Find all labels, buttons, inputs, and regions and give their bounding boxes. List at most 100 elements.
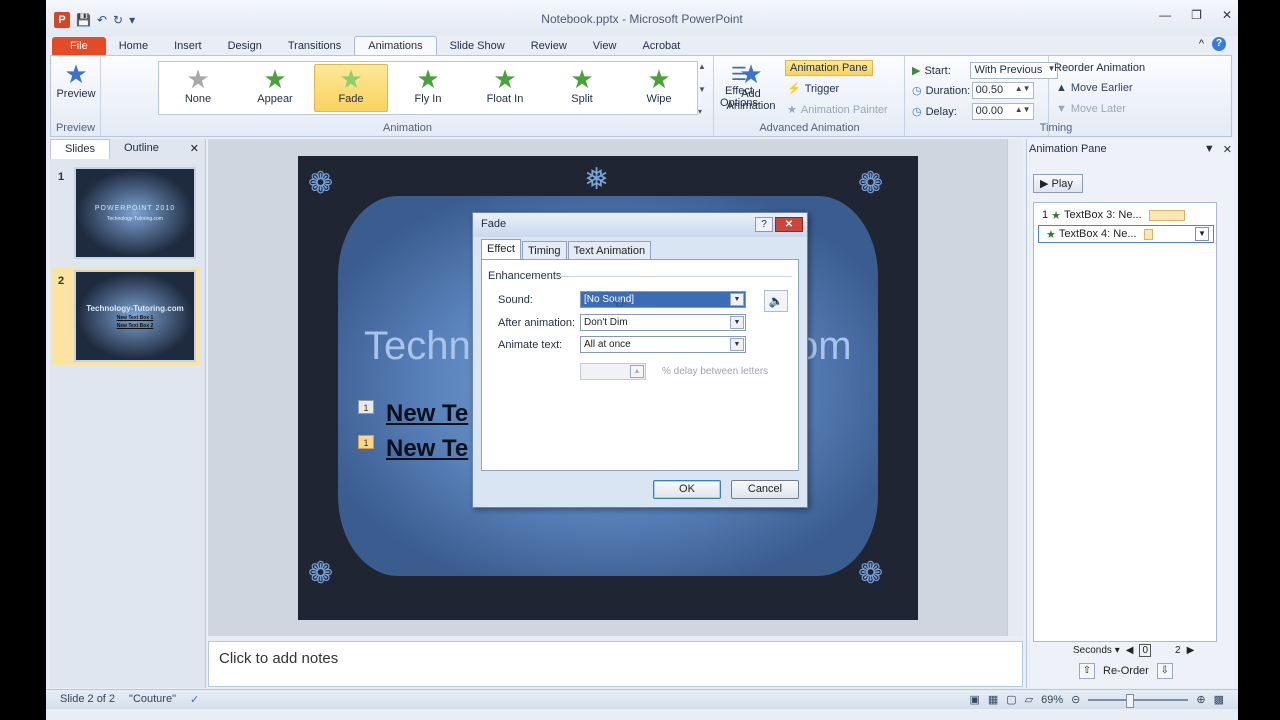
anim-appear[interactable]: ★ Appear bbox=[238, 64, 312, 112]
start-icon: ▶ bbox=[912, 65, 921, 77]
advanced-animation-group: ★ Add Animation Animation Pane ⚡ Trigger… bbox=[715, 56, 905, 136]
delay-spinner-icon[interactable]: ▲▼ bbox=[1015, 105, 1031, 114]
tab-slide-show[interactable]: Slide Show bbox=[437, 37, 518, 55]
dialog-tab-effect[interactable]: Effect bbox=[481, 239, 521, 260]
theme-name[interactable]: "Couture" bbox=[129, 693, 176, 706]
minimize-ribbon-icon[interactable]: ^ bbox=[1199, 38, 1204, 50]
zoom-in-icon[interactable]: ⊕ bbox=[1196, 693, 1205, 706]
animate-text-select[interactable]: All at once ▼ bbox=[580, 336, 746, 353]
duration-input[interactable]: 00.50 ▲▼ bbox=[971, 82, 1034, 99]
pane-menu-icon[interactable]: ▼ bbox=[1204, 143, 1215, 157]
after-animation-dropdown-icon[interactable]: ▼ bbox=[730, 316, 744, 329]
sound-value: [No Sound] bbox=[584, 294, 635, 305]
after-animation-select[interactable]: Don't Dim ▼ bbox=[580, 314, 746, 331]
spelling-check-icon[interactable]: ✓ bbox=[190, 693, 199, 706]
animation-item-1[interactable]: 1 ★ TextBox 3: Ne... bbox=[1038, 206, 1214, 224]
anim-fade[interactable]: ★ Fade bbox=[314, 64, 388, 112]
move-later-button[interactable]: ▼ Move Later bbox=[1056, 103, 1126, 115]
gallery-up-icon[interactable]: ▲ bbox=[698, 62, 711, 71]
tab-review[interactable]: Review bbox=[518, 37, 580, 55]
maximize-icon[interactable]: ❐ bbox=[1191, 8, 1202, 22]
timing-group: ▶ Start: With Previous ▼ ◷ Duration: 00.5… bbox=[906, 56, 1072, 136]
trigger-button[interactable]: ⚡ Trigger bbox=[787, 82, 839, 96]
animation-list: 1 ★ TextBox 3: Ne... ★ TextBox 4: Ne... … bbox=[1033, 202, 1217, 642]
anim-fly-in-label: Fly In bbox=[414, 93, 442, 105]
animation-pane-button[interactable]: Animation Pane bbox=[785, 60, 873, 76]
advanced-group-label: Advanced Animation bbox=[759, 122, 860, 134]
vertical-scrollbar[interactable] bbox=[1007, 139, 1023, 636]
sound-dropdown-icon[interactable]: ▼ bbox=[730, 293, 744, 306]
normal-view-icon[interactable]: ▣ bbox=[969, 693, 979, 706]
zoom-level[interactable]: 69% bbox=[1041, 694, 1063, 706]
gallery-scroll[interactable]: ▲ ▼ ▾ bbox=[698, 62, 711, 116]
close-panel-icon[interactable]: ✕ bbox=[184, 139, 205, 159]
move-earlier-label: Move Earlier bbox=[1070, 82, 1133, 94]
tab-insert[interactable]: Insert bbox=[161, 37, 215, 55]
dialog-close-icon[interactable]: ✕ bbox=[775, 217, 803, 232]
reorder-up-icon[interactable]: ⇧ bbox=[1079, 663, 1095, 679]
tab-file[interactable]: File bbox=[52, 37, 106, 55]
delay-value: 00.00 bbox=[975, 105, 1004, 117]
dialog-tab-timing[interactable]: Timing bbox=[521, 241, 567, 260]
anim-tag-2[interactable]: 1 bbox=[358, 435, 374, 449]
anim-float-in[interactable]: ★ Float In bbox=[468, 64, 542, 112]
dialog-tab-text-animation[interactable]: Text Animation bbox=[567, 241, 652, 260]
move-earlier-button[interactable]: ▲ Move Earlier bbox=[1056, 82, 1133, 94]
duration-spinner-icon[interactable]: ▲▼ bbox=[1015, 84, 1031, 93]
tab-transitions[interactable]: Transitions bbox=[275, 37, 354, 55]
close-icon[interactable]: ✕ bbox=[1222, 8, 1232, 22]
timeline-left-icon[interactable]: ◀ bbox=[1126, 645, 1134, 656]
timeline-right-icon[interactable]: ▶ bbox=[1187, 645, 1195, 656]
tab-animations[interactable]: Animations bbox=[354, 36, 437, 55]
slide-thumbnail-1[interactable]: POWERPOINT 2010 Technology-Tutoring.com bbox=[74, 167, 196, 259]
split-star-icon: ★ bbox=[570, 64, 594, 94]
slide-thumbnail-2[interactable]: Technology-Tutoring.com New Text Box 1 N… bbox=[74, 270, 196, 362]
anim-none[interactable]: ★ None bbox=[161, 64, 235, 112]
gallery-down-icon[interactable]: ▼ bbox=[698, 85, 711, 94]
notes-pane[interactable]: Click to add notes bbox=[208, 641, 1023, 687]
start-select[interactable]: With Previous ▼ bbox=[970, 62, 1059, 79]
slideshow-view-icon[interactable]: ▱ bbox=[1025, 693, 1033, 706]
speaker-icon[interactable]: 🔈 bbox=[764, 290, 788, 312]
reorder-down-icon[interactable]: ⇩ bbox=[1156, 663, 1173, 679]
add-animation-button[interactable]: ★ Add Animation bbox=[721, 60, 781, 112]
item-dropdown-icon[interactable]: ▼ bbox=[1195, 227, 1209, 241]
gallery-more-icon[interactable]: ▾ bbox=[698, 107, 711, 116]
animation-item-2[interactable]: ★ TextBox 4: Ne... ▼ bbox=[1038, 225, 1214, 243]
tab-design[interactable]: Design bbox=[215, 37, 275, 55]
dialog-help-icon[interactable]: ? bbox=[755, 217, 773, 232]
anim-split[interactable]: ★ Split bbox=[545, 64, 619, 112]
cancel-button[interactable]: Cancel bbox=[731, 480, 799, 499]
play-button[interactable]: ▶ Play bbox=[1033, 174, 1083, 193]
tab-home[interactable]: Home bbox=[106, 37, 161, 55]
animate-text-dropdown-icon[interactable]: ▼ bbox=[730, 338, 744, 351]
title-bar: P 💾 ↶ ↻ ▾ Notebook.pptx - Microsoft Powe… bbox=[46, 0, 1238, 36]
preview-button[interactable]: ★ Preview bbox=[55, 60, 97, 100]
delay-clock-icon: ◷ bbox=[912, 106, 922, 118]
tab-slides[interactable]: Slides bbox=[50, 139, 110, 159]
slide-sorter-icon[interactable]: ▦ bbox=[988, 693, 998, 706]
help-icon[interactable]: ? bbox=[1212, 37, 1226, 51]
tab-acrobat[interactable]: Acrobat bbox=[629, 37, 693, 55]
slide-bullet-1[interactable]: New Te bbox=[386, 400, 468, 428]
sound-select[interactable]: [No Sound] ▼ bbox=[580, 291, 746, 308]
minimize-icon[interactable]: — bbox=[1159, 8, 1171, 22]
delay-input[interactable]: 00.00 ▲▼ bbox=[971, 103, 1034, 120]
animation-painter-button[interactable]: ★ Animation Painter bbox=[787, 103, 888, 117]
dialog-title: Fade bbox=[481, 218, 507, 230]
ok-button[interactable]: OK bbox=[653, 480, 721, 499]
anim-fly-in[interactable]: ★ Fly In bbox=[391, 64, 465, 112]
reading-view-icon[interactable]: ▢ bbox=[1006, 693, 1016, 706]
fit-to-window-icon[interactable]: ▩ bbox=[1214, 693, 1224, 706]
zoom-slider[interactable] bbox=[1088, 693, 1189, 708]
slide-bullet-2[interactable]: New Te bbox=[386, 435, 468, 463]
pane-close-icon[interactable]: ✕ bbox=[1223, 143, 1232, 157]
tab-outline[interactable]: Outline bbox=[110, 139, 173, 159]
window-title: Notebook.pptx - Microsoft PowerPoint bbox=[541, 12, 743, 26]
zoom-out-icon[interactable]: ⊝ bbox=[1071, 693, 1080, 706]
seconds-dropdown[interactable]: Seconds ▾ bbox=[1073, 645, 1120, 656]
appear-star-icon: ★ bbox=[263, 64, 287, 94]
anim-wipe[interactable]: ★ Wipe bbox=[622, 64, 696, 112]
tab-view[interactable]: View bbox=[580, 37, 630, 55]
anim-tag-1[interactable]: 1 bbox=[358, 400, 374, 414]
